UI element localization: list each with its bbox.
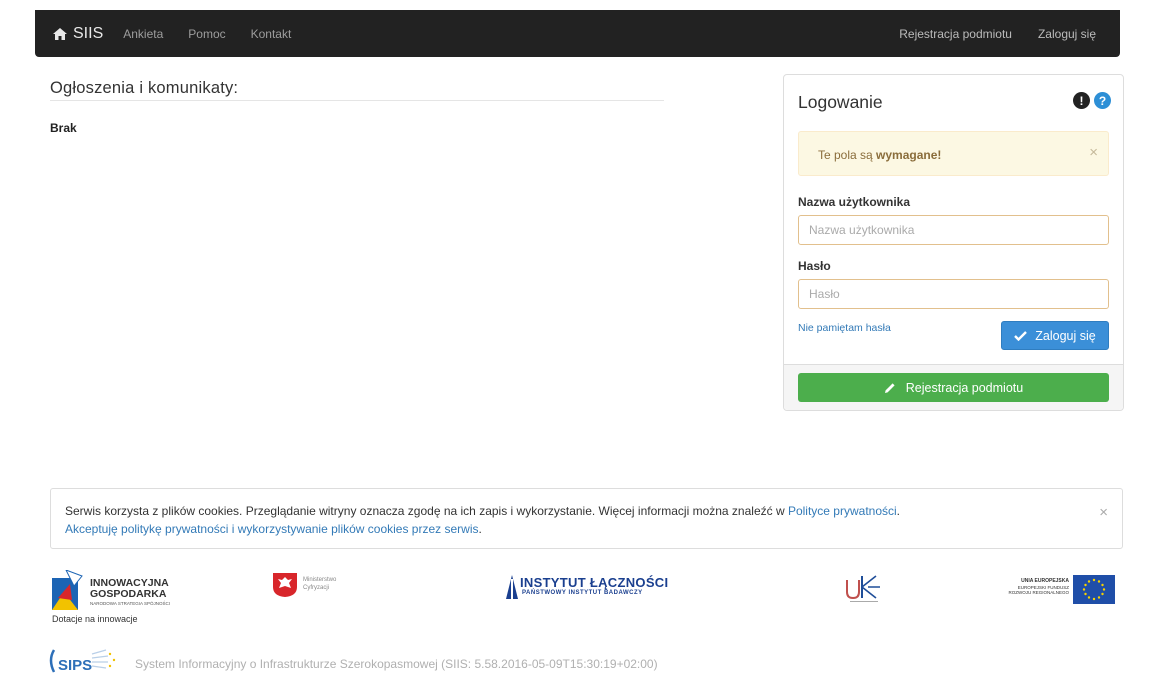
- alert-bold: wymagane!: [876, 148, 942, 162]
- home-icon: [53, 27, 67, 40]
- sips-logo: SIPS: [48, 648, 128, 673]
- nav-register[interactable]: Rejestracja podmiotu: [899, 27, 1012, 41]
- cookie-accept-line: Akceptuję politykę prywatności i wykorzy…: [65, 522, 482, 536]
- eu-fund-logo: UNIA EUROPEJSKA EUROPEJSKI FUNDUSZ ROZWO…: [990, 575, 1115, 605]
- mc-text: Ministerstwo Cyfryzacji: [303, 577, 336, 592]
- eu-flag-icon: [1073, 575, 1115, 604]
- ig-emblem-icon: [52, 570, 83, 610]
- required-fields-alert: Te pola są wymagane! ×: [798, 131, 1109, 176]
- il-subtitle: PAŃSTWOWY INSTYTUT BADAWCZY: [522, 590, 643, 596]
- alert-close-icon[interactable]: ×: [1089, 144, 1098, 161]
- footer-version-text: System Informacyjny o Infrastrukturze Sz…: [135, 657, 658, 671]
- il-emblem-icon: [506, 575, 518, 599]
- cookie-notice: Serwis korzysta z plików cookies. Przegl…: [50, 488, 1123, 549]
- ministerstwo-cyfryzacji-logo: Ministerstwo Cyfryzacji: [272, 572, 372, 602]
- announcements-divider: [50, 100, 664, 101]
- il-title: INSTYTUT ŁĄCZNOŚCI: [520, 575, 669, 590]
- login-button[interactable]: Zaloguj się: [1001, 321, 1109, 350]
- eu-line2: ROZWOJU REGIONALNEGO: [1008, 590, 1069, 595]
- nav-ankieta[interactable]: Ankieta: [123, 27, 163, 41]
- password-input[interactable]: [798, 279, 1109, 309]
- forgot-password-link[interactable]: Nie pamiętam hasła: [798, 322, 891, 334]
- nav-login[interactable]: Zaloguj się: [1038, 27, 1096, 41]
- exclamation-icon[interactable]: !: [1073, 92, 1090, 109]
- cookie-close-icon[interactable]: ×: [1099, 504, 1108, 521]
- register-button[interactable]: Rejestracja podmiotu: [798, 373, 1109, 402]
- username-label: Nazwa użytkownika: [798, 195, 911, 209]
- mc-line1: Ministerstwo: [303, 577, 337, 583]
- accept-cookies-link[interactable]: Akceptuję politykę prywatności i wykorzy…: [65, 522, 478, 536]
- register-button-label: Rejestracja podmiotu: [905, 380, 1024, 395]
- announcements-empty: Brak: [50, 121, 77, 135]
- mc-line2: Cyfryzacji: [303, 584, 330, 591]
- cookie-period: .: [896, 504, 901, 518]
- nav-kontakt[interactable]: Kontakt: [251, 27, 292, 41]
- alert-prefix: Te pola są: [818, 148, 877, 162]
- cookie-text: Serwis korzysta z plików cookies. Przegl…: [65, 504, 900, 518]
- username-input[interactable]: [798, 215, 1109, 245]
- sips-label: SIPS: [58, 657, 92, 673]
- login-panel-footer: Rejestracja podmiotu: [784, 364, 1123, 410]
- login-title: Logowanie: [798, 92, 883, 112]
- nav-pomoc[interactable]: Pomoc: [188, 27, 225, 41]
- uke-logo: [844, 572, 884, 604]
- instytut-lacznosci-logo: INSTYTUT ŁĄCZNOŚCI PAŃSTWOWY INSTYTUT BA…: [506, 575, 676, 605]
- top-navbar: SIIS Ankieta Pomoc Kontakt Rejestracja p…: [35, 10, 1120, 57]
- polish-eagle-icon: [273, 573, 297, 597]
- pencil-icon: [884, 382, 895, 393]
- ig-line2: GOSPODARKA: [90, 588, 167, 600]
- eu-text: UNIA EUROPEJSKA EUROPEJSKI FUNDUSZ ROZWO…: [1008, 578, 1069, 596]
- password-label: Hasło: [798, 259, 831, 273]
- dotacje-caption: Dotacje na innowacje: [52, 614, 138, 624]
- sips-emblem-icon: SIPS: [49, 649, 116, 673]
- announcements-title: Ogłoszenia i komunikaty:: [50, 79, 239, 97]
- ig-title: INNOWACYJNA GOSPODARKA: [90, 578, 169, 600]
- cookie-text-main: Serwis korzysta z plików cookies. Przegl…: [65, 504, 788, 518]
- alert-text: Te pola są wymagane!: [818, 148, 941, 162]
- accept-period: .: [478, 522, 482, 536]
- brand-link[interactable]: SIIS: [53, 25, 103, 43]
- login-button-label: Zaloguj się: [1035, 328, 1096, 343]
- help-icon[interactable]: ?: [1094, 92, 1111, 109]
- innowacyjna-gospodarka-logo: INNOWACYJNA GOSPODARKA NARODOWA STRATEGI…: [50, 570, 200, 615]
- login-panel: Logowanie ! ? Te pola są wymagane! × Naz…: [783, 74, 1124, 411]
- privacy-policy-link[interactable]: Polityce prywatności: [788, 504, 897, 518]
- ig-subtitle: NARODOWA STRATEGIA SPÓJNOŚCI: [90, 601, 171, 606]
- check-icon: [1014, 330, 1028, 341]
- brand-label: SIIS: [73, 24, 104, 42]
- uke-emblem-icon: [846, 575, 880, 602]
